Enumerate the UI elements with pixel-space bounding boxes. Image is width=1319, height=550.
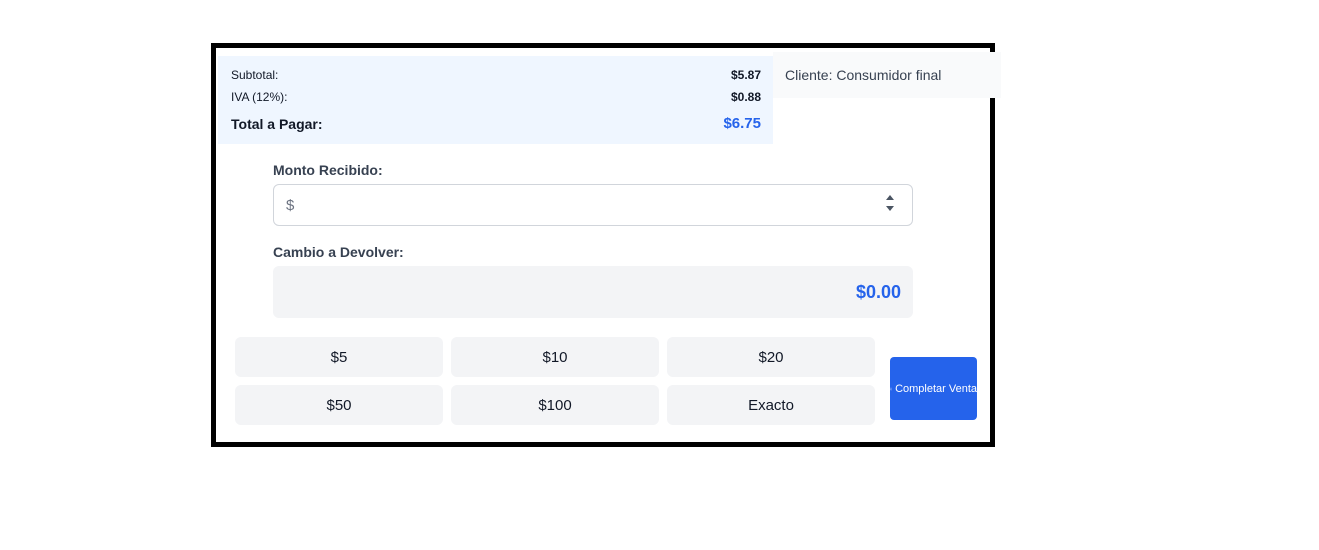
quick-amount-100-button[interactable]: $100 <box>451 385 659 425</box>
quick-amount-50-button[interactable]: $50 <box>235 385 443 425</box>
subtotal-label: Subtotal: <box>231 68 279 82</box>
complete-sale-button[interactable]: Completar Venta <box>890 357 977 420</box>
iva-label: IVA (12%): <box>231 90 288 104</box>
client-info: Cliente: Consumidor final <box>773 52 1001 98</box>
total-row: Total a Pagar: $6.75 <box>231 115 761 132</box>
change-value: $0.00 <box>855 281 901 302</box>
client-label: Cliente: Consumidor final <box>785 67 942 83</box>
order-summary: Subtotal: $5.87 IVA (12%): $0.88 Total a… <box>218 56 773 144</box>
change-display: $0.00 <box>273 266 913 318</box>
quick-amount-10-button[interactable]: $10 <box>451 337 659 377</box>
total-value: $6.75 <box>723 115 761 132</box>
complete-sale-label: Completar Venta <box>895 382 977 395</box>
iva-row: IVA (12%): $0.88 <box>231 90 761 104</box>
check-circle-icon <box>890 387 892 390</box>
number-spinner-icon[interactable] <box>886 195 894 211</box>
iva-value: $0.88 <box>730 90 761 104</box>
amount-received-input[interactable]: $ <box>273 184 913 226</box>
quick-amount-20-button[interactable]: $20 <box>667 337 875 377</box>
quick-amount-exact-button[interactable]: Exacto <box>667 385 875 425</box>
spin-up-icon[interactable] <box>886 195 894 200</box>
currency-prefix: $ <box>286 196 295 214</box>
subtotal-row: Subtotal: $5.87 <box>231 68 761 82</box>
total-label: Total a Pagar: <box>231 115 323 132</box>
spin-down-icon[interactable] <box>886 206 894 211</box>
subtotal-value: $5.87 <box>730 68 761 82</box>
amount-received-label: Monto Recibido: <box>273 162 383 178</box>
quick-amount-5-button[interactable]: $5 <box>235 337 443 377</box>
change-label: Cambio a Devolver: <box>273 244 404 260</box>
